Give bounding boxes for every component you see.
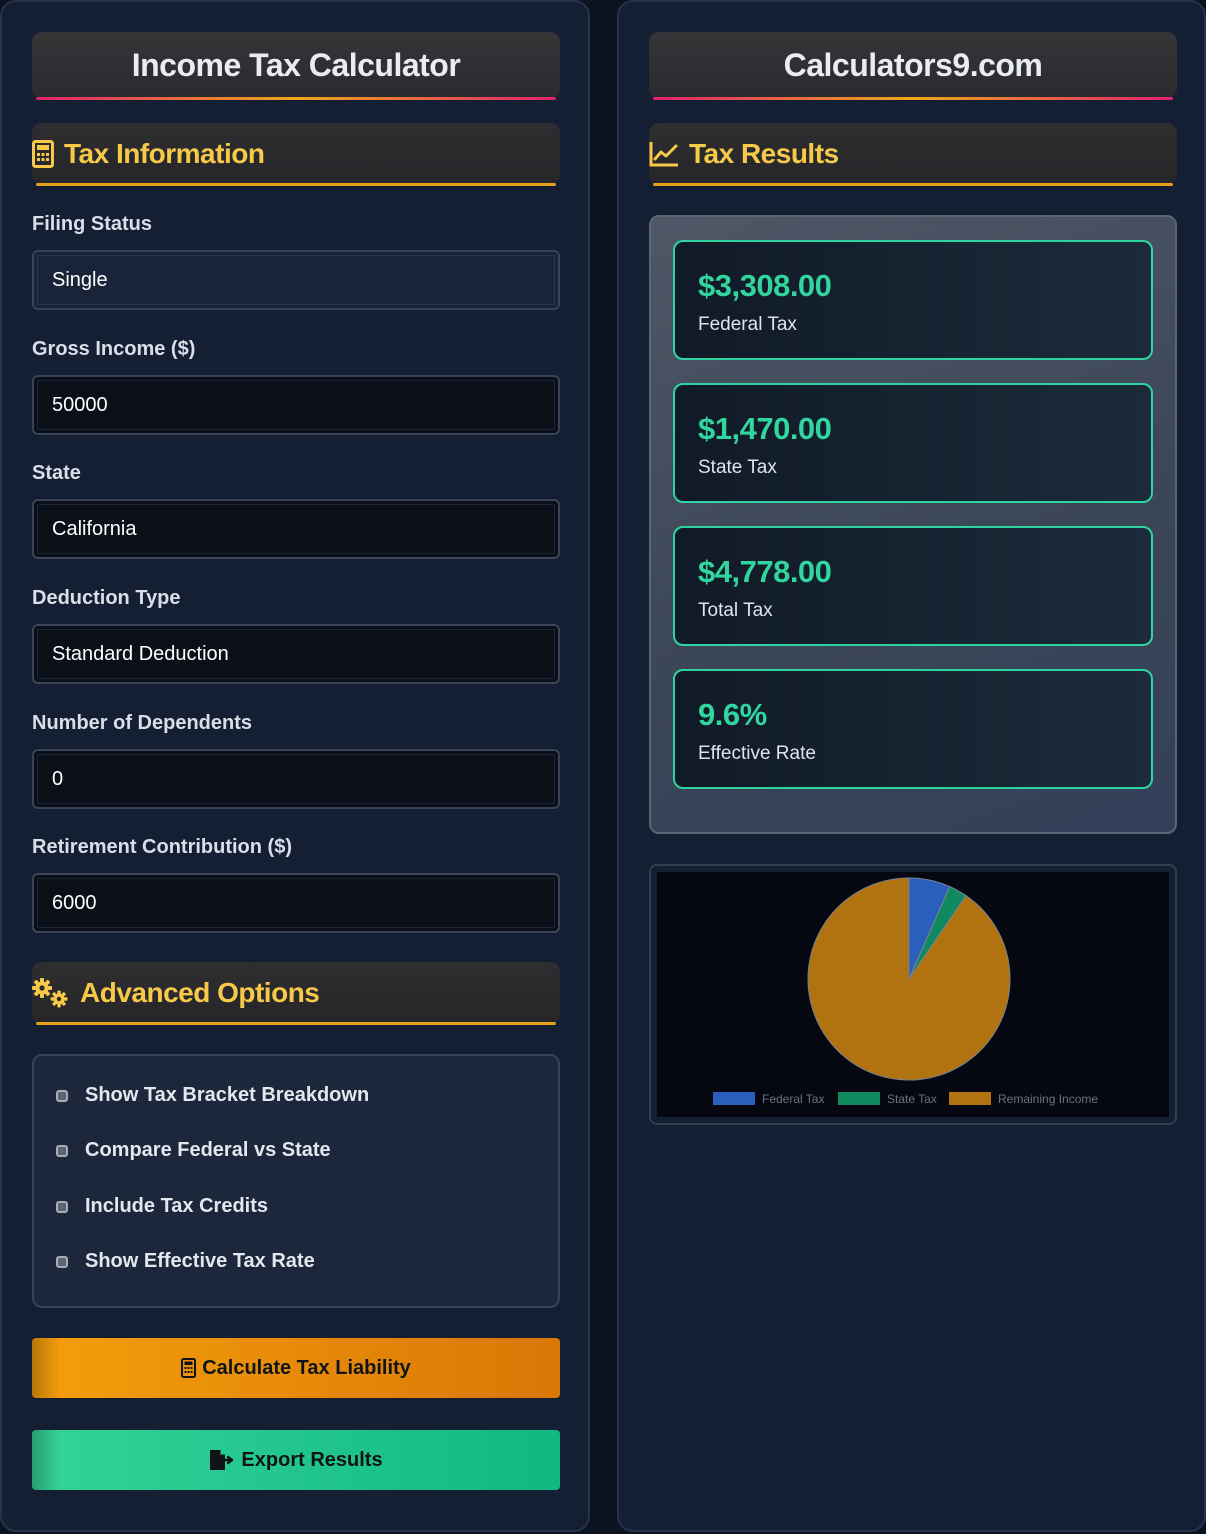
federal-tax-value: $3,308.00 [698, 268, 832, 303]
tax-information-title: Tax Information [64, 138, 265, 169]
advanced-options-header: Advanced Options [32, 962, 560, 1025]
legend-label: Remaining Income [998, 1092, 1098, 1106]
site-title: Calculators9.com [649, 32, 1177, 100]
total-tax-label: Total Tax [698, 600, 773, 621]
tax-results-panel: Calculators9.com Tax Results $3,308.00 F… [617, 0, 1206, 1532]
state-select[interactable]: California [32, 499, 560, 559]
filing-status-value: Single [52, 268, 108, 291]
legend-swatch [949, 1092, 991, 1105]
total-tax-value: $4,778.00 [698, 554, 832, 589]
deduction-type-label: Deduction Type [32, 587, 181, 609]
filing-status-select[interactable]: Single [32, 250, 560, 310]
option-label: Show Effective Tax Rate [85, 1250, 315, 1272]
deduction-type-value: Standard Deduction [52, 642, 229, 665]
federal-tax-card: $3,308.00 Federal Tax [673, 240, 1153, 360]
retirement-value: 6000 [52, 891, 97, 914]
export-button[interactable]: Export Results [32, 1430, 560, 1490]
chart-canvas: Federal Tax State Tax Remaining Income [657, 872, 1169, 1117]
calculator-title-text: Income Tax Calculator [131, 46, 461, 83]
tax-results-header: Tax Results [649, 123, 1177, 186]
calculator-title: Income Tax Calculator [32, 32, 560, 100]
advanced-options-title: Advanced Options [80, 977, 320, 1008]
option-label: Include Tax Credits [85, 1195, 269, 1217]
checkbox[interactable] [56, 1255, 68, 1268]
legend-label: State Tax [887, 1092, 937, 1106]
total-tax-card: $4,778.00 Total Tax [673, 526, 1153, 646]
tax-results-title: Tax Results [689, 138, 839, 169]
option-show-effective-rate[interactable]: Show Effective Tax Rate [56, 1250, 315, 1273]
legend-remaining-income[interactable]: Remaining Income [949, 1092, 1098, 1106]
calculator-icon [32, 140, 54, 168]
file-export-icon [210, 1450, 234, 1470]
deduction-type-select[interactable]: Standard Deduction [32, 624, 560, 684]
legend-swatch [838, 1092, 880, 1105]
effective-rate-label: Effective Rate [698, 743, 816, 764]
legend-swatch [713, 1092, 755, 1105]
effective-rate-value: 9.6% [698, 697, 767, 732]
calculator-icon [181, 1358, 197, 1378]
filing-status-label: Filing Status [32, 213, 152, 235]
dependents-label: Number of Dependents [32, 712, 253, 734]
retirement-label: Retirement Contribution ($) [32, 836, 292, 858]
calculate-button-label: Calculate Tax Liability [202, 1356, 411, 1379]
state-value: California [52, 517, 137, 540]
dependents-value: 0 [52, 767, 64, 790]
legend-state-tax[interactable]: State Tax [838, 1092, 937, 1106]
option-compare-federal-state[interactable]: Compare Federal vs State [56, 1139, 331, 1162]
tax-input-panel: Income Tax Calculator Tax Information Fi… [0, 0, 590, 1532]
line-chart-icon [649, 142, 678, 167]
retirement-input[interactable]: 6000 [32, 873, 560, 933]
gears-icon [32, 978, 68, 1008]
checkbox[interactable] [56, 1089, 68, 1102]
tax-information-header: Tax Information [32, 123, 560, 186]
state-tax-card: $1,470.00 State Tax [673, 383, 1153, 503]
results-container: $3,308.00 Federal Tax $1,470.00 State Ta… [649, 215, 1177, 834]
calculate-button[interactable]: Calculate Tax Liability [32, 1338, 560, 1398]
site-title-text: Calculators9.com [783, 46, 1043, 83]
option-label: Compare Federal vs State [85, 1139, 331, 1161]
option-label: Show Tax Bracket Breakdown [85, 1084, 370, 1106]
option-include-tax-credits[interactable]: Include Tax Credits [56, 1195, 268, 1218]
gross-income-input[interactable]: 50000 [32, 375, 560, 435]
gross-income-label: Gross Income ($) [32, 338, 196, 360]
legend-label: Federal Tax [762, 1092, 824, 1106]
effective-rate-card: 9.6% Effective Rate [673, 669, 1153, 789]
checkbox[interactable] [56, 1144, 68, 1157]
state-tax-value: $1,470.00 [698, 411, 832, 446]
state-label: State [32, 462, 81, 484]
remaining-income-slice[interactable] [807, 877, 1011, 1081]
tax-pie-chart-container: Federal Tax State Tax Remaining Income [649, 864, 1177, 1125]
option-tax-bracket-breakdown[interactable]: Show Tax Bracket Breakdown [56, 1084, 369, 1107]
state-tax-label: State Tax [698, 457, 777, 478]
export-button-label: Export Results [241, 1448, 383, 1471]
legend-federal-tax[interactable]: Federal Tax [713, 1092, 824, 1106]
federal-tax-label: Federal Tax [698, 314, 797, 335]
checkbox[interactable] [56, 1200, 68, 1213]
advanced-options-list: Show Tax Bracket Breakdown Compare Feder… [32, 1054, 560, 1308]
gross-income-value: 50000 [52, 393, 108, 416]
dependents-input[interactable]: 0 [32, 749, 560, 809]
tax-pie-chart: Federal Tax State Tax Remaining Income [713, 877, 1098, 1106]
